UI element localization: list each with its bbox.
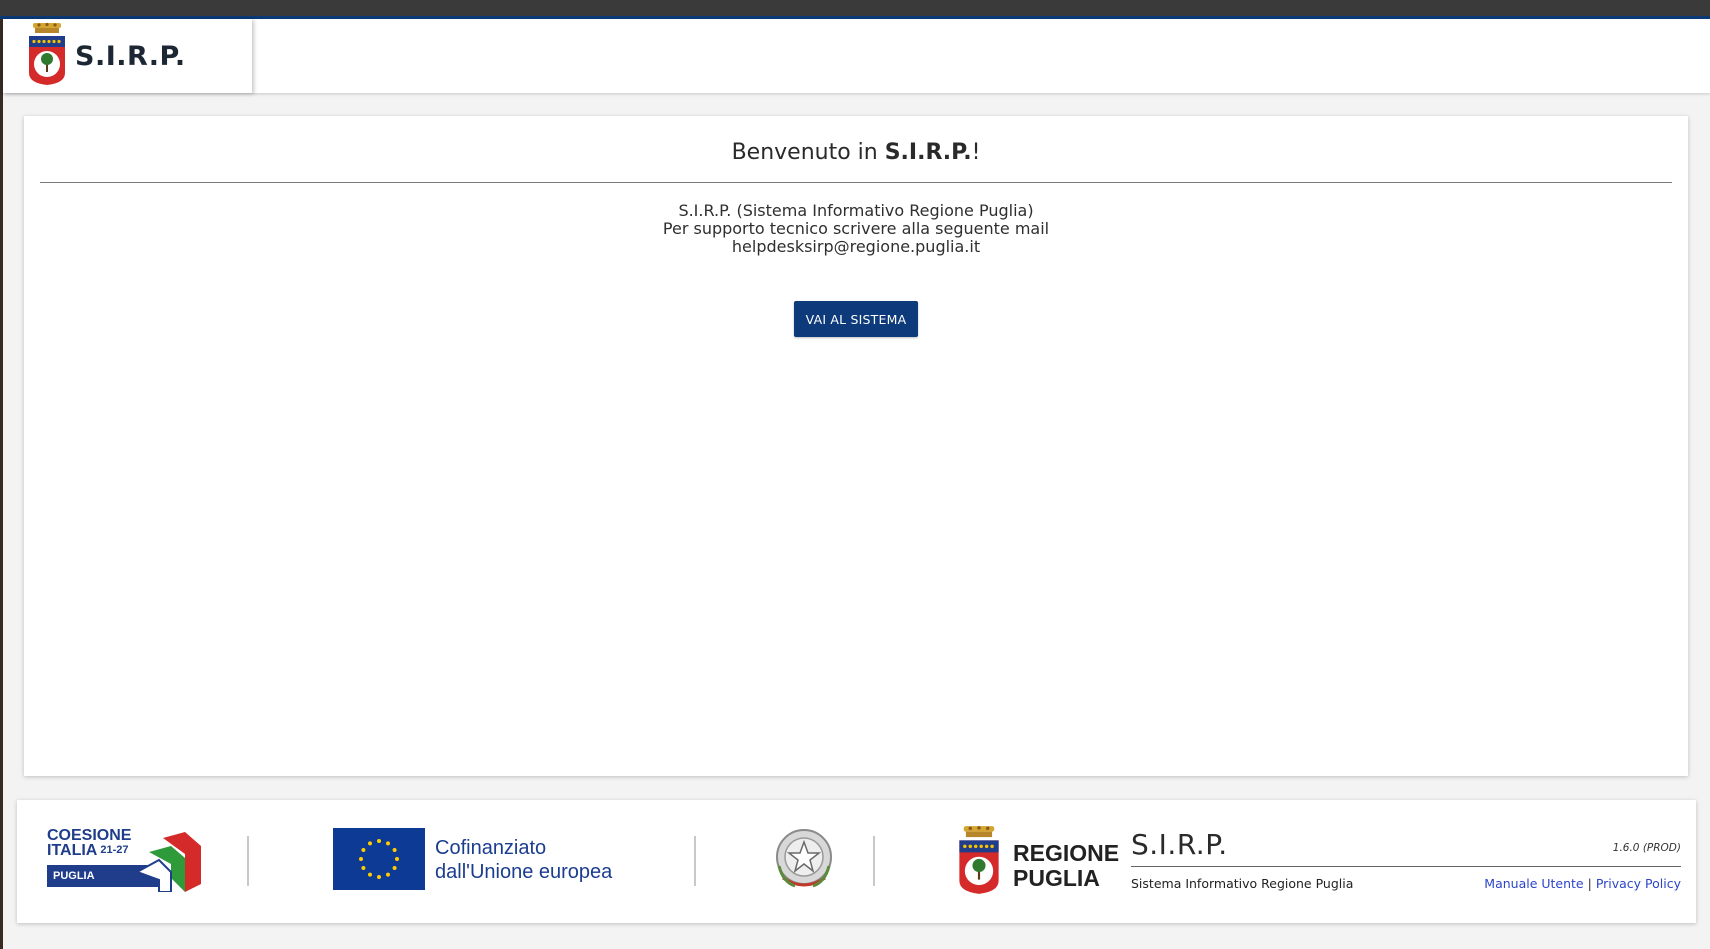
welcome-card: Benvenuto in S.I.R.P.! S.I.R.P. (Sistema…	[24, 116, 1688, 776]
coesione-title: COESIONE ITALIA 21-27	[47, 827, 132, 859]
footer-separator	[247, 836, 249, 886]
footer: COESIONE ITALIA 21-27 PUGLIA Cofinanziato…	[17, 800, 1696, 923]
regione-puglia-crest-icon	[27, 21, 67, 92]
coesione-italia-logo: COESIONE ITALIA 21-27 PUGLIA	[47, 828, 225, 894]
footer-app-description: Sistema Informativo Regione Puglia	[1131, 876, 1354, 891]
brand[interactable]: S.I.R.P.	[3, 19, 252, 93]
eu-cofinanced-text: Cofinanziato dall'Unione europea	[435, 836, 612, 884]
coesione-year: 21-27	[100, 844, 129, 856]
link-separator: |	[1587, 876, 1592, 891]
welcome-prefix: Benvenuto in	[731, 140, 885, 165]
coesione-line-1: COESIONE	[47, 827, 132, 844]
welcome-suffix: !	[971, 140, 981, 165]
sirp-footer-info: S.I.R.P. 1.6.0 (PROD) Sistema Informativ…	[1131, 822, 1681, 902]
privacy-policy-link[interactable]: Privacy Policy	[1596, 876, 1681, 891]
left-edge	[0, 19, 3, 949]
app-version: 1.6.0 (PROD)	[1612, 842, 1681, 854]
footer-separator	[694, 836, 696, 886]
regione-line-2: PUGLIA	[1013, 865, 1100, 891]
support-email: helpdesksirp@regione.puglia.it	[731, 237, 981, 256]
footer-separator	[873, 836, 875, 886]
coesione-arrow-icon	[134, 832, 207, 897]
footer-app-name: S.I.R.P.	[1131, 828, 1228, 861]
info-line-2: Per supporto tecnico scrivere alla segue…	[662, 219, 1050, 238]
footer-rule	[1131, 866, 1681, 867]
top-strip	[0, 0, 1710, 16]
eu-flag-icon	[333, 828, 425, 890]
info-line-1: S.I.R.P. (Sistema Informativo Regione Pu…	[678, 201, 1034, 220]
footer-links: Manuale Utente | Privacy Policy	[1484, 876, 1681, 891]
eu-line-1: Cofinanziato	[435, 837, 547, 859]
welcome-heading: Benvenuto in S.I.R.P.!	[24, 140, 1688, 165]
regione-line-1: REGIONE	[1013, 840, 1120, 866]
go-to-system-button[interactable]: VAI AL SISTEMA	[794, 301, 918, 337]
user-manual-link[interactable]: Manuale Utente	[1484, 876, 1583, 891]
info-text: S.I.R.P. (Sistema Informativo Regione Pu…	[24, 202, 1688, 256]
coesione-line-2: ITALIA	[47, 842, 98, 859]
italian-republic-emblem-icon	[773, 826, 835, 899]
eu-line-2: dall'Unione europea	[435, 861, 613, 883]
welcome-app-name: S.I.R.P.	[884, 140, 972, 165]
brand-title: S.I.R.P.	[75, 40, 186, 72]
divider	[40, 182, 1672, 183]
regione-puglia-footer-crest-icon	[957, 824, 1001, 901]
app-header	[3, 19, 1710, 93]
regione-puglia-text: REGIONE PUGLIA	[1013, 841, 1119, 891]
